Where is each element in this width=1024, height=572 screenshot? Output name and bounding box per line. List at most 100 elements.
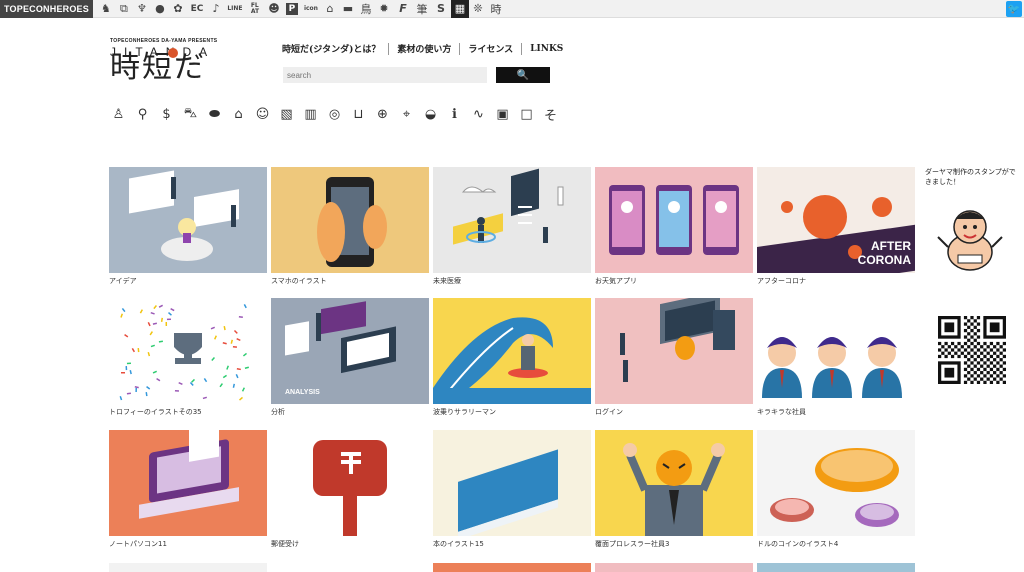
illustration-caption[interactable]: アフターコロナ xyxy=(757,276,915,286)
so-icon[interactable]: そ xyxy=(542,106,559,124)
illustration-thumbnail[interactable] xyxy=(271,430,429,536)
illustration-card[interactable]: ドルのコインのイラスト4 xyxy=(757,430,915,549)
image-icon[interactable]: ▧ xyxy=(278,106,295,123)
medal-icon[interactable]: ◎ xyxy=(326,106,343,123)
illustration-thumbnail[interactable] xyxy=(595,167,753,273)
illustration-card[interactable]: スマホのイラスト xyxy=(271,167,429,286)
illustration-caption[interactable]: キラキラな社員 xyxy=(757,407,915,417)
illustration-thumbnail[interactable] xyxy=(109,298,267,404)
illustration-caption[interactable]: トロフィーのイラストその35 xyxy=(109,407,267,417)
illustration-caption[interactable]: 本のイラスト15 xyxy=(433,539,591,549)
ji-icon[interactable]: 時 xyxy=(487,0,505,18)
illustration-caption[interactable]: 未来医療 xyxy=(433,276,591,286)
house-icon[interactable]: ⌂ xyxy=(321,0,339,18)
frame-icon[interactable]: ▣ xyxy=(494,106,511,123)
illustration-caption[interactable]: 覆面プロレスラー社員3 xyxy=(595,539,753,549)
brush-icon[interactable]: 筆 xyxy=(413,0,431,18)
illustration-caption[interactable]: ドルのコインのイラスト4 xyxy=(757,539,915,549)
square-icon[interactable]: □ xyxy=(518,106,535,123)
illustration-card[interactable]: ANALYSIS 分析 xyxy=(271,298,429,417)
horse-icon[interactable]: ♞ xyxy=(97,0,115,18)
info-icon[interactable]: ℹ xyxy=(446,106,463,123)
illustration-card[interactable]: 波乗りサラリーマン xyxy=(433,298,591,417)
next-row-thumb[interactable] xyxy=(757,563,915,572)
illustration-thumbnail[interactable] xyxy=(757,298,915,404)
illustration-card[interactable]: トロフィーのイラストその35 xyxy=(109,298,267,417)
next-row-thumb[interactable] xyxy=(595,563,753,572)
illustration-thumbnail[interactable] xyxy=(595,298,753,404)
illustration-card[interactable]: 覆面プロレスラー社員3 xyxy=(595,430,753,549)
tie-icon[interactable]: ⚲ xyxy=(134,106,151,123)
illustration-thumbnail[interactable] xyxy=(757,430,915,536)
f-icon[interactable]: F xyxy=(393,0,413,18)
nav-usage[interactable]: 素材の使い方 xyxy=(397,42,451,55)
sofa-icon[interactable]: ▬ xyxy=(339,0,357,18)
figure-icon[interactable]: ♆ xyxy=(133,0,151,18)
illustration-card[interactable]: 未来医療 xyxy=(433,167,591,286)
stamp-character-image[interactable] xyxy=(930,197,1010,277)
cloud-icon[interactable]: ◒ xyxy=(422,106,439,123)
illustration-caption[interactable]: ノートパソコン11 xyxy=(109,539,267,549)
illustration-thumbnail[interactable]: ANALYSIS xyxy=(271,298,429,404)
illustration-card[interactable]: キラキラな社員 xyxy=(757,298,915,417)
p-icon[interactable]: P xyxy=(285,2,298,15)
illustration-caption[interactable]: スマホのイラスト xyxy=(271,276,429,286)
illustration-thumbnail[interactable] xyxy=(109,430,267,536)
illustration-caption[interactable]: ログイン xyxy=(595,407,753,417)
nav-links[interactable]: LINKS xyxy=(530,44,563,54)
pin-icon[interactable]: ⌖ xyxy=(398,106,415,123)
illustration-card[interactable]: 郵便受け xyxy=(271,430,429,549)
illustration-card[interactable]: 本のイラスト15 xyxy=(433,430,591,549)
illustration-thumbnail[interactable] xyxy=(433,430,591,536)
illustration-caption[interactable]: 分析 xyxy=(271,407,429,417)
illustration-thumbnail[interactable] xyxy=(433,167,591,273)
ec-icon[interactable]: EC xyxy=(187,0,207,18)
music-icon[interactable]: ♪ xyxy=(207,0,225,18)
flat-icon[interactable]: FL AT xyxy=(245,0,265,18)
twitter-icon[interactable]: 🐦 xyxy=(1006,1,1022,17)
illustration-card[interactable]: AFTER CORONA アフターコロナ xyxy=(757,167,915,286)
site-logo[interactable]: TOPECONHEROES DA-YAMA PRESENTS JITANDA 時… xyxy=(110,38,235,83)
search-button[interactable]: 🔍 xyxy=(496,67,550,83)
house-icon[interactable]: ⌂ xyxy=(230,106,247,123)
illustration-caption[interactable]: お天気アプリ xyxy=(595,276,753,286)
building-icon[interactable]: ▥ xyxy=(302,106,319,123)
nav-license[interactable]: ライセンス xyxy=(468,42,513,55)
illustration-thumbnail[interactable]: AFTER CORONA xyxy=(757,167,915,273)
copy-icon[interactable]: ⧉ xyxy=(115,0,133,18)
grid-icon[interactable]: ▦ xyxy=(450,0,469,18)
person-icon[interactable]: ♙ xyxy=(110,106,127,123)
illustration-caption[interactable]: 波乗りサラリーマン xyxy=(433,407,591,417)
blob-icon[interactable]: ✹ xyxy=(375,0,393,18)
line-icon[interactable]: LINE xyxy=(225,0,245,18)
ball-icon[interactable]: ⊕ xyxy=(374,106,391,123)
s-icon[interactable]: S xyxy=(431,0,451,18)
chat-icon[interactable]: ● xyxy=(151,0,169,18)
sparkle-icon[interactable]: ❊ xyxy=(469,0,487,18)
icon-text-icon[interactable]: icon xyxy=(301,0,321,18)
illustration-caption[interactable]: アイデア xyxy=(109,276,267,286)
illustration-thumbnail[interactable] xyxy=(109,167,267,273)
illustration-thumbnail[interactable] xyxy=(595,430,753,536)
illustration-thumbnail[interactable] xyxy=(433,298,591,404)
illustration-card[interactable]: アイデア xyxy=(109,167,267,286)
pill-icon[interactable]: ⬬ xyxy=(206,106,223,123)
next-row-thumb[interactable] xyxy=(433,563,591,572)
car-icon[interactable]: ⛍ xyxy=(182,106,199,123)
nav-about[interactable]: 時短だ(ジタンダ)とは？ xyxy=(282,42,380,55)
sofa-icon[interactable]: ⊔ xyxy=(350,106,367,123)
curve-icon[interactable]: ∿ xyxy=(470,106,487,123)
illustration-card[interactable]: ログイン xyxy=(595,298,753,417)
cat-icon[interactable]: ☺ xyxy=(254,106,271,123)
illustration-caption[interactable]: 郵便受け xyxy=(271,539,429,549)
smile-icon[interactable]: ☻ xyxy=(265,0,283,18)
illustration-thumbnail[interactable] xyxy=(271,167,429,273)
next-row-thumb[interactable] xyxy=(109,563,267,572)
brand-label[interactable]: TOPECONHEROES xyxy=(0,0,93,18)
illustration-card[interactable]: ノートパソコン11 xyxy=(109,430,267,549)
qr-code-image[interactable] xyxy=(938,316,1006,384)
dollar-icon[interactable]: $ xyxy=(158,106,175,123)
search-input[interactable] xyxy=(283,67,487,83)
flower-icon[interactable]: ✿ xyxy=(169,0,187,18)
illustration-card[interactable]: お天気アプリ xyxy=(595,167,753,286)
